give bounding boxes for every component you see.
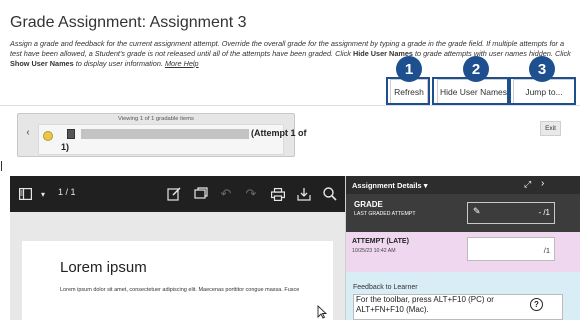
expand-icon[interactable]: ⤢	[524, 179, 531, 190]
grade-label: GRADE	[354, 200, 383, 209]
gradable-items-count: Viewing 1 of 1 gradable items	[118, 116, 194, 122]
instructions-show-names: Show User Names	[10, 59, 74, 68]
attempt-grade-field[interactable]: /1	[467, 237, 555, 261]
feedback-section: Feedback to Learner For the toolbar, pre…	[346, 272, 580, 320]
attempt-score: /1	[543, 246, 550, 255]
overall-grade-field[interactable]: ✎ - /1	[467, 202, 555, 224]
chevron-down-icon: ▾	[423, 181, 428, 190]
chevron-left-icon[interactable]: ‹	[22, 124, 34, 140]
mouse-cursor-icon	[317, 305, 327, 319]
attempt-label: (Attempt 1 of	[251, 128, 307, 138]
download-icon[interactable]	[296, 184, 312, 204]
user-avatar	[67, 129, 75, 139]
attempt-title: ATTEMPT (LATE)	[352, 238, 409, 245]
grading-panel: Assignment Details ▾ ⤢ › GRADE LAST GRAD…	[345, 176, 580, 320]
instructions-text: Assign a grade and feedback for the curr…	[10, 39, 576, 69]
feedback-label: Feedback to Learner	[353, 284, 418, 291]
attempt-date: 10/25/23 10:42 AM	[352, 248, 396, 254]
feedback-editor[interactable]: For the toolbar, press ALT+F10 (PC) or A…	[353, 294, 563, 320]
document-viewer: ▾ 1 / 1 ↶ ↷ Lorem ipsum Lorem ipsum dolo…	[10, 176, 345, 320]
page-counter: 1 / 1	[58, 187, 76, 197]
undo-icon[interactable]: ↶	[218, 184, 234, 204]
more-help-link[interactable]: More Help	[165, 59, 199, 68]
document-heading: Lorem ipsum	[60, 259, 147, 276]
redo-icon[interactable]: ↷	[243, 184, 259, 204]
print-icon[interactable]	[270, 184, 286, 204]
feedback-toolbar-hint: For the toolbar, press ALT+F10 (PC) or A…	[356, 295, 494, 314]
attempt-section: ATTEMPT (LATE) 10/25/23 10:42 AM /1	[346, 232, 580, 272]
instructions-part3: to display user information.	[73, 59, 165, 68]
sidebar-icon[interactable]	[18, 184, 32, 204]
attempt-navigator: Viewing 1 of 1 gradable items ‹ (Attempt…	[17, 113, 307, 157]
comment-icon[interactable]	[193, 184, 209, 204]
toolbar-divider	[0, 105, 580, 106]
chevron-right-icon[interactable]: ›	[280, 124, 292, 140]
page-title: Grade Assignment: Assignment 3	[10, 14, 247, 31]
exit-button[interactable]: Exit	[540, 121, 561, 136]
help-icon[interactable]: ?	[530, 298, 543, 311]
panel-header: Assignment Details ▾ ⤢ ›	[346, 176, 580, 194]
callout-number-1: 1	[396, 56, 422, 82]
chevron-right-icon[interactable]: ›	[541, 178, 544, 189]
pencil-icon[interactable]: ✎	[473, 206, 481, 217]
user-name-redacted	[81, 129, 249, 139]
chevron-down-icon[interactable]: ▾	[38, 184, 48, 204]
document-body: Lorem ipsum dolor sit amet, consectetuer…	[60, 287, 300, 293]
grade-sublabel: LAST GRADED ATTEMPT	[354, 211, 416, 217]
callout-number-2: 2	[463, 56, 489, 82]
smiley-icon	[43, 131, 53, 141]
viewer-toolbar: ▾ 1 / 1 ↶ ↷	[10, 176, 345, 212]
assignment-details-toggle[interactable]: Assignment Details ▾	[352, 181, 427, 190]
edit-icon[interactable]	[166, 184, 182, 204]
document-page: Lorem ipsum Lorem ipsum dolor sit amet, …	[22, 241, 333, 320]
attempt-label-continued: 1)	[61, 142, 70, 152]
divider	[1, 161, 2, 171]
search-icon[interactable]	[322, 184, 338, 204]
callout-number-3: 3	[529, 56, 555, 82]
grade-value: - /1	[538, 208, 550, 217]
attempt-selector[interactable]: (Attempt 1 of 1)	[38, 124, 307, 155]
panel-title-text: Assignment Details	[352, 181, 422, 190]
grade-section: GRADE LAST GRADED ATTEMPT ✎ - /1	[346, 194, 580, 232]
